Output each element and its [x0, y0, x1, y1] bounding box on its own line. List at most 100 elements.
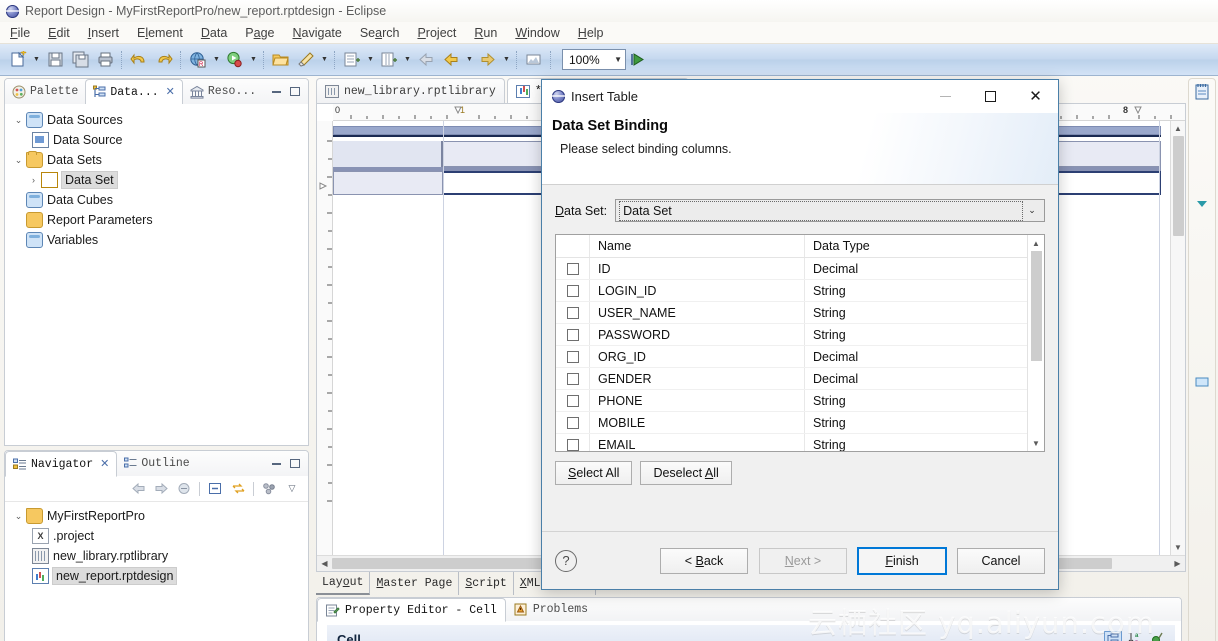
menu-run[interactable]: Run [472, 25, 499, 41]
tree-view-icon[interactable] [1104, 630, 1122, 641]
tab-script[interactable]: Script [459, 572, 514, 595]
chevron-down-icon[interactable]: ⌄ [1022, 205, 1042, 216]
menu-window[interactable]: Window [513, 25, 561, 41]
row-checkbox-cell[interactable] [556, 302, 590, 323]
menu-help[interactable]: Help [576, 25, 606, 41]
editor-vertical-scrollbar[interactable]: ▲ ▼ [1170, 121, 1185, 555]
forward-yellow-icon[interactable] [439, 48, 463, 72]
row-checkbox-cell[interactable] [556, 434, 590, 451]
preview-dropdown-arrow[interactable]: ▼ [211, 48, 222, 72]
run-report-icon[interactable] [223, 48, 247, 72]
table-row[interactable]: PHONE String [556, 390, 1027, 412]
sort-az-icon[interactable]: az [1128, 631, 1144, 641]
minimize-button[interactable] [923, 80, 968, 113]
close-icon[interactable]: ✕ [166, 85, 175, 99]
row-checkbox[interactable] [566, 328, 579, 341]
close-button[interactable]: ✕ [1013, 80, 1058, 113]
insert-column-dropdown-arrow[interactable]: ▼ [402, 48, 413, 72]
tab-resource[interactable]: Reso... [183, 79, 263, 104]
chevron-down-icon[interactable]: ⌄ [11, 115, 26, 126]
next-dropdown-arrow[interactable]: ▼ [501, 48, 512, 72]
table-row[interactable]: EMAIL String [556, 434, 1027, 451]
save-all-icon[interactable] [68, 48, 92, 72]
save-icon[interactable] [43, 48, 67, 72]
outline-strip-icon[interactable] [1194, 374, 1210, 390]
image-icon[interactable] [522, 48, 546, 72]
preview-web-icon[interactable]: R [186, 48, 210, 72]
grid-vertical-scrollbar[interactable]: ▲ ▼ [1027, 235, 1044, 451]
row-checkbox-cell[interactable] [556, 280, 590, 301]
next-icon[interactable] [476, 48, 500, 72]
maximize-icon[interactable] [290, 459, 300, 468]
table-row[interactable]: PASSWORD String [556, 324, 1027, 346]
tree-item-report-parameters[interactable]: Report Parameters [5, 210, 308, 230]
tab-master-page[interactable]: Master Page [370, 572, 460, 595]
cheatsheets-icon[interactable] [1194, 84, 1210, 100]
tab-data-explorer[interactable]: Data... ✕ [85, 79, 183, 105]
format-dropdown-arrow[interactable]: ▼ [319, 48, 330, 72]
tab-layout[interactable]: Lay o ut [316, 572, 371, 595]
scroll-down-icon[interactable]: ▼ [1032, 435, 1040, 451]
cancel-button[interactable]: Cancel [957, 547, 1045, 574]
tree-item-library-file[interactable]: new_library.rptlibrary [5, 546, 308, 566]
maximize-button[interactable] [968, 80, 1013, 113]
table-row[interactable]: ORG_ID Decimal [556, 346, 1027, 368]
new-dropdown-arrow[interactable]: ▼ [31, 48, 42, 72]
menu-insert[interactable]: Insert [86, 25, 121, 41]
print-icon[interactable] [93, 48, 117, 72]
insert-row-icon[interactable] [340, 48, 364, 72]
row-checkbox[interactable] [566, 394, 579, 407]
properties-icon[interactable] [1194, 198, 1210, 214]
insert-column-icon[interactable] [377, 48, 401, 72]
collapse-all-icon[interactable] [207, 481, 223, 497]
tab-problems[interactable]: Problems [506, 598, 596, 621]
minimize-icon[interactable] [272, 90, 281, 93]
back-icon[interactable] [414, 48, 438, 72]
format-brush-icon[interactable] [294, 48, 318, 72]
data-set-combo[interactable]: Data Set ⌄ [615, 199, 1045, 222]
run-dropdown-arrow[interactable]: ▼ [248, 48, 259, 72]
tree-item-data-cubes[interactable]: Data Cubes [5, 190, 308, 210]
tree-item-report-file[interactable]: new_report.rptdesign [5, 566, 308, 586]
row-checkbox-cell[interactable] [556, 412, 590, 433]
deselect-all-button[interactable]: Deselect All [640, 461, 732, 485]
back-dropdown-arrow[interactable]: ▼ [464, 48, 475, 72]
chevron-down-icon[interactable]: ▽ [284, 481, 300, 497]
menu-navigate[interactable]: Navigate [290, 25, 343, 41]
chevron-down-icon[interactable]: ⌄ [11, 155, 26, 166]
chevron-right-icon[interactable]: › [26, 175, 41, 185]
row-checkbox[interactable] [566, 306, 579, 319]
menu-page[interactable]: Page [243, 25, 276, 41]
menu-edit[interactable]: Edit [46, 25, 72, 41]
maximize-icon[interactable] [290, 87, 300, 96]
insert-row-dropdown-arrow[interactable]: ▼ [365, 48, 376, 72]
table-cell-1-1[interactable] [333, 141, 443, 167]
scroll-up-icon[interactable]: ▲ [1174, 121, 1182, 136]
minimize-icon[interactable] [272, 462, 281, 465]
view-menu-icon[interactable] [261, 481, 277, 497]
scroll-right-icon[interactable]: ▶ [1170, 559, 1185, 568]
table-row[interactable]: MOBILE String [556, 412, 1027, 434]
tab-navigator[interactable]: Navigator ✕ [5, 451, 118, 477]
table-row[interactable]: USER_NAME String [556, 302, 1027, 324]
menu-file[interactable]: File [8, 25, 32, 41]
row-checkbox[interactable] [566, 350, 579, 363]
tab-outline[interactable]: Outline [117, 451, 196, 476]
tree-item-data-sources[interactable]: ⌄ Data Sources [5, 110, 308, 130]
forward-arrow-icon[interactable] [153, 481, 169, 497]
menu-project[interactable]: Project [415, 25, 458, 41]
table-row[interactable]: ID Decimal [556, 258, 1027, 280]
table-row[interactable]: GENDER Decimal [556, 368, 1027, 390]
zoom-combo[interactable]: 100% ▼ [562, 49, 626, 70]
back-button[interactable]: < Back [660, 547, 748, 574]
table-cell-2-1[interactable] [333, 171, 443, 195]
menu-search[interactable]: Search [358, 25, 402, 41]
tree-item-project[interactable]: ⌄ MyFirstReportPro [5, 506, 308, 526]
link-editor-icon[interactable] [230, 481, 246, 497]
undo-icon[interactable] [127, 48, 151, 72]
scroll-left-icon[interactable]: ◀ [317, 559, 332, 568]
tree-item-data-set[interactable]: › Data Set [5, 170, 308, 190]
tab-property-editor[interactable]: Property Editor - Cell [317, 598, 506, 622]
menu-element[interactable]: Element [135, 25, 185, 41]
tree-item-dotproject[interactable]: X .project [5, 526, 308, 546]
